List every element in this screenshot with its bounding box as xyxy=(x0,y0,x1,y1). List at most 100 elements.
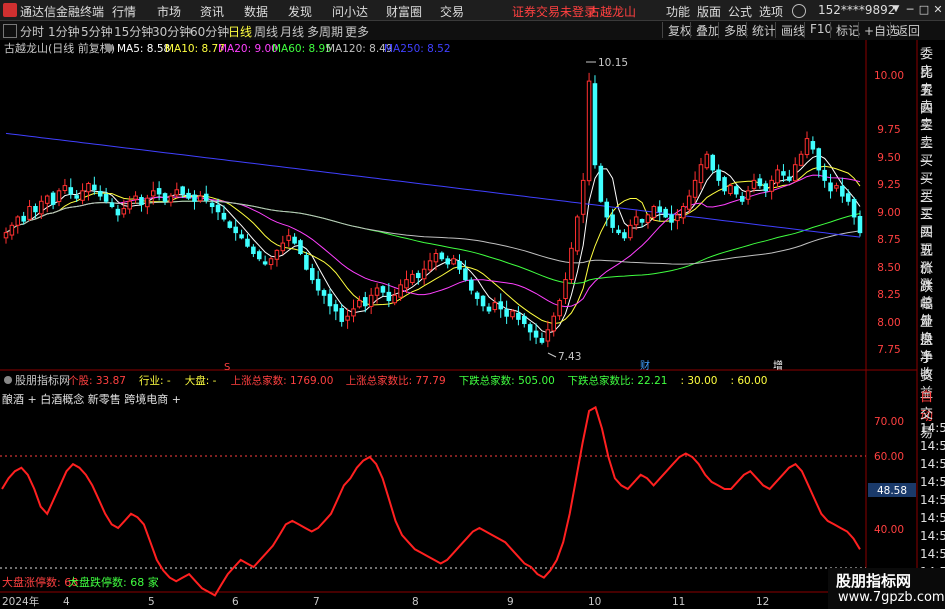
candle-body xyxy=(739,195,745,202)
menu-shichang[interactable]: 市场 xyxy=(157,3,181,20)
menu-hangqing[interactable]: 行情 xyxy=(112,3,136,20)
toolbar-grip-icon[interactable] xyxy=(3,24,17,38)
date-tick: 2024年 xyxy=(2,595,39,608)
candle-body xyxy=(504,309,509,317)
candle-body xyxy=(9,224,15,236)
candle-body xyxy=(622,232,627,239)
candle-body xyxy=(180,186,185,195)
indicator-tick: 60.00 xyxy=(874,451,904,463)
menu-caifuquan[interactable]: 财富圈 xyxy=(386,3,422,20)
period-15min[interactable]: 15分钟 xyxy=(114,23,153,40)
trade-login-warning[interactable]: 证券交易未登录 xyxy=(512,3,596,20)
candle-body xyxy=(321,290,327,296)
candle-body xyxy=(834,185,839,189)
candle-body xyxy=(516,312,521,320)
chart-settings-icon[interactable] xyxy=(105,44,113,52)
period-multi[interactable]: 多周期 xyxy=(307,23,343,40)
tool-duogu[interactable]: 多股 xyxy=(718,22,748,38)
event-marker-cai[interactable]: 财 xyxy=(640,359,650,372)
period-monthly[interactable]: 月线 xyxy=(280,23,304,40)
candle-body xyxy=(498,301,503,310)
period-5min[interactable]: 5分钟 xyxy=(81,23,113,40)
candle-body xyxy=(368,294,374,307)
candle-body xyxy=(639,218,645,223)
candle-body xyxy=(610,214,615,228)
candle-body xyxy=(840,185,845,197)
candle-body xyxy=(156,188,162,195)
menu-faxian[interactable]: 发现 xyxy=(288,3,312,20)
candle-body xyxy=(404,279,409,289)
indicator-field: 大盘: - xyxy=(185,374,217,387)
event-marker-zeng[interactable]: 增 xyxy=(773,359,783,372)
tool-fuquan[interactable]: 复权 xyxy=(662,22,692,38)
limit-up-count: 大盘涨停数: 68 xyxy=(2,575,78,589)
limit-down-count: 大盘跌停数: 68 家 xyxy=(68,575,159,589)
menu-jiaoyi[interactable]: 交易 xyxy=(440,3,464,20)
account-number[interactable]: 152****9892 xyxy=(818,3,895,17)
candle-body xyxy=(239,234,244,239)
tick-time: 14:56 xyxy=(920,457,945,471)
candle-body xyxy=(669,214,674,223)
candle-body xyxy=(168,195,174,203)
menu-xuanxiang[interactable]: 选项 xyxy=(759,3,783,20)
tool-back[interactable]: 返回 xyxy=(890,22,920,38)
price-tick: 8.25 xyxy=(877,289,900,301)
maximize-icon[interactable]: □ xyxy=(917,2,931,17)
tool-diejia[interactable]: 叠加 xyxy=(690,22,720,38)
minimize-icon[interactable]: ─ xyxy=(903,2,917,17)
ma10-label: MA10: 8.77 xyxy=(165,43,225,55)
candle-body xyxy=(763,183,769,192)
candle-body xyxy=(103,193,109,202)
candle-body xyxy=(663,208,668,218)
chart-title: 古越龙山(日线 前复权) xyxy=(4,41,115,55)
candle-body xyxy=(551,315,557,332)
candle-body xyxy=(580,179,586,215)
concept-tags[interactable]: 酿酒 + 白酒概念 新零售 跨境电商 + xyxy=(2,392,181,406)
candle-body xyxy=(174,189,180,196)
tool-tongji[interactable]: 统计 xyxy=(746,22,776,38)
candle-body xyxy=(56,190,62,203)
period-30min[interactable]: 30分钟 xyxy=(152,23,191,40)
dropdown-icon[interactable]: ▼ xyxy=(889,2,903,17)
close-icon[interactable]: ✕ xyxy=(931,2,945,17)
period-weekly[interactable]: 周线 xyxy=(254,23,278,40)
candle-body xyxy=(845,193,851,202)
period-60min[interactable]: 60分钟 xyxy=(190,23,229,40)
tool-f10[interactable]: F10 xyxy=(804,22,832,38)
indicator-field: 上涨总家数比: 77.79 xyxy=(346,374,446,387)
candle-body xyxy=(256,251,262,260)
tick-time: 14:56 xyxy=(920,421,945,435)
tool-biaoji[interactable]: 标记 xyxy=(830,22,860,38)
menu-gongshi[interactable]: 公式 xyxy=(728,3,752,20)
candle-body xyxy=(416,272,421,279)
period-fenshi[interactable]: 分时 xyxy=(20,23,44,40)
candle-body xyxy=(728,185,733,194)
candle-body xyxy=(115,208,121,216)
candle-body xyxy=(804,138,810,156)
menu-wenxiaoda[interactable]: 问小达 xyxy=(332,3,368,20)
candle-body xyxy=(80,190,85,201)
menu-gongneng[interactable]: 功能 xyxy=(666,3,690,20)
candle-body xyxy=(86,183,91,193)
menu-banmian[interactable]: 版面 xyxy=(697,3,721,20)
candle-body xyxy=(692,179,698,198)
candle-body xyxy=(139,197,144,205)
menu-shuju[interactable]: 数据 xyxy=(244,3,268,20)
candle-body xyxy=(380,286,386,293)
indicator-settings-icon[interactable] xyxy=(4,376,12,384)
period-1min[interactable]: 1分钟 xyxy=(48,23,80,40)
candle-body xyxy=(510,310,515,318)
candle-body xyxy=(857,215,863,234)
tool-huaxian[interactable]: 画线 xyxy=(775,22,805,38)
candle-body xyxy=(127,200,132,210)
user-icon[interactable] xyxy=(792,4,806,18)
candle-body xyxy=(628,224,633,239)
candle-body xyxy=(62,185,68,192)
menu-zixun[interactable]: 资讯 xyxy=(200,3,224,20)
period-daily[interactable]: 日线 xyxy=(228,23,252,40)
candle-body xyxy=(716,169,721,181)
period-more[interactable]: 更多 xyxy=(345,23,369,40)
candle-body xyxy=(209,202,215,207)
kline-chart[interactable]: 古越龙山(日线 前复权) MA5: 8.58 MA10: 8.77 MA20: … xyxy=(0,40,945,609)
event-marker-s[interactable]: S xyxy=(224,362,230,373)
